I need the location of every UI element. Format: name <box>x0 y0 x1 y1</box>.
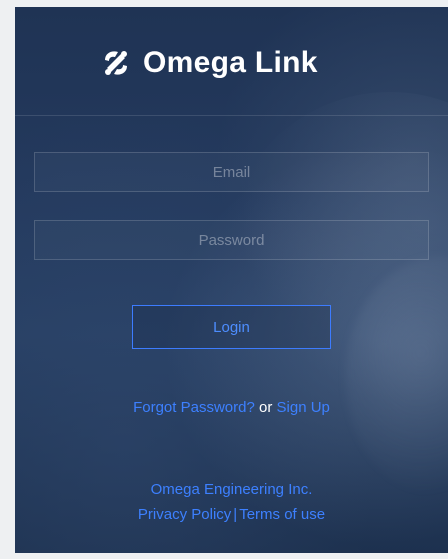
auth-links: Forgot Password? or Sign Up <box>15 398 448 418</box>
brand-logo: Omega Link <box>99 43 318 83</box>
login-panel: Omega Link Login Forgot Password? or Sig… <box>15 7 448 553</box>
footer-separator: | <box>233 506 238 523</box>
company-link[interactable]: Omega Engineering Inc. <box>15 477 448 502</box>
brand-name: Omega Link <box>143 46 318 79</box>
page-frame: Omega Link Login Forgot Password? or Sig… <box>0 0 448 559</box>
email-field[interactable] <box>34 152 429 192</box>
forgot-password-link[interactable]: Forgot Password? <box>133 399 255 416</box>
terms-of-use-link[interactable]: Terms of use <box>239 506 325 523</box>
privacy-policy-link[interactable]: Privacy Policy <box>138 506 231 523</box>
brand-header: Omega Link <box>15 7 448 116</box>
password-field[interactable] <box>34 220 429 260</box>
omega-swirl-icon <box>99 46 133 80</box>
or-text: or <box>254 399 277 416</box>
sign-up-link[interactable]: Sign Up <box>277 399 330 416</box>
footer-legal-links: Privacy Policy | Terms of use <box>15 502 448 527</box>
footer: Omega Engineering Inc. Privacy Policy | Te… <box>15 477 448 527</box>
login-button[interactable]: Login <box>132 305 331 349</box>
